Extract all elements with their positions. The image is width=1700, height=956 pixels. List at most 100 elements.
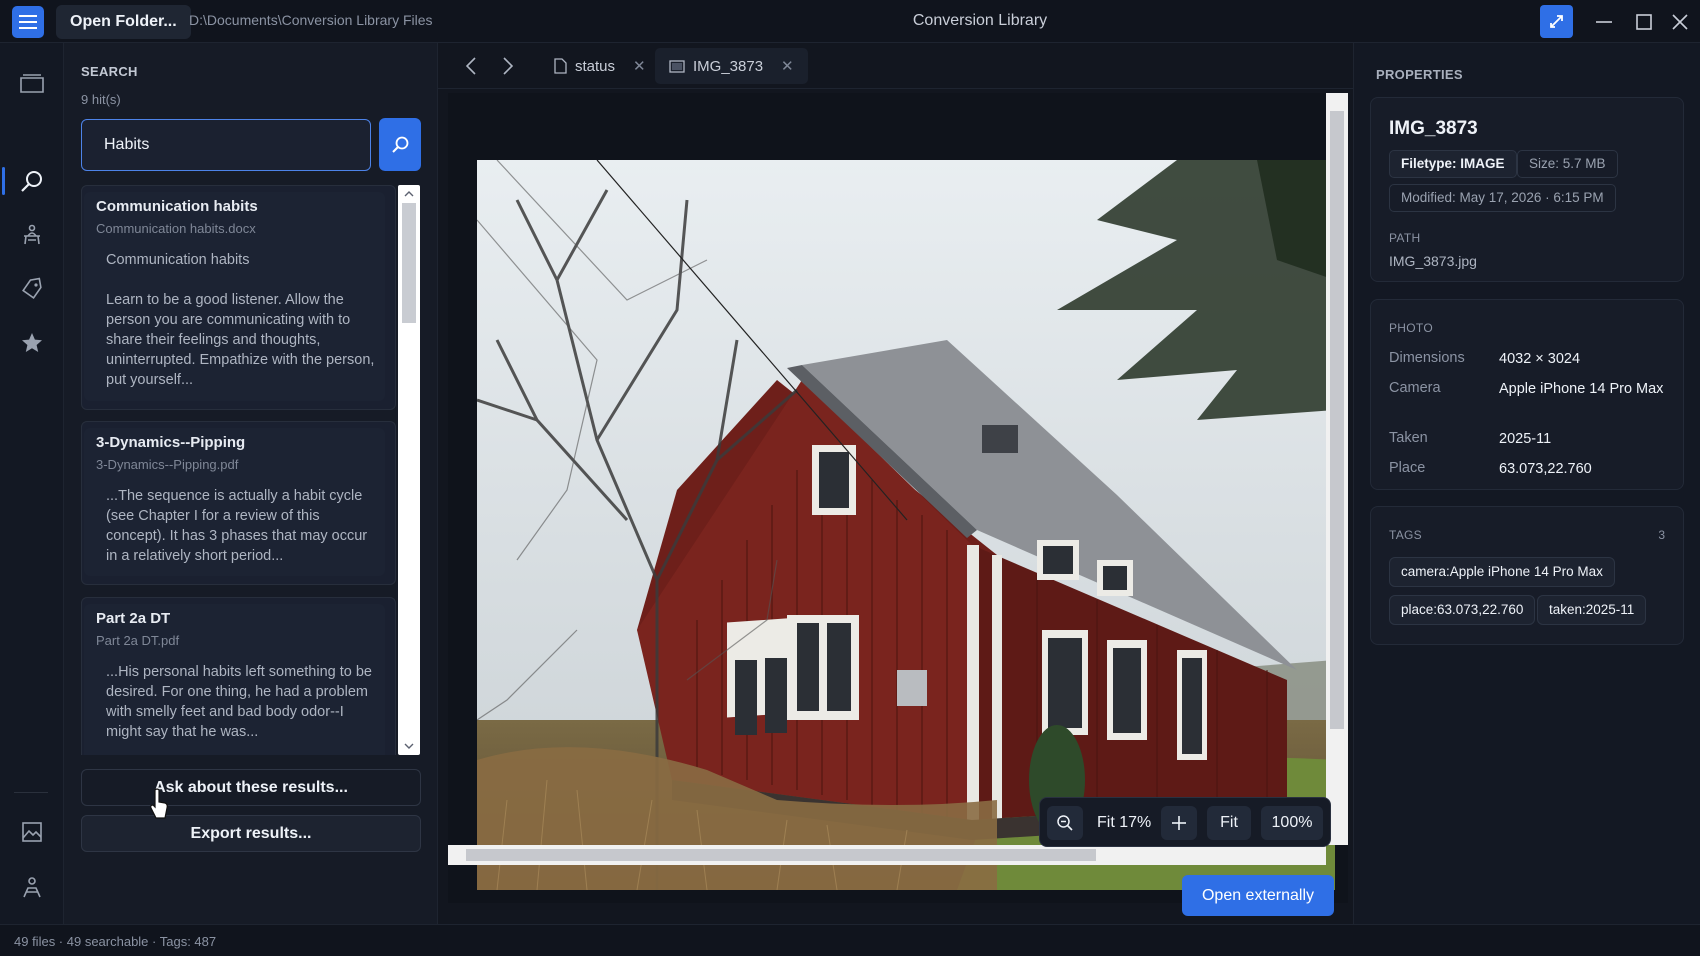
path-label: PATH [1389,231,1421,245]
close-icon [1672,14,1688,30]
rail-search-button[interactable] [14,163,50,199]
photo-info-card: PHOTO Dimensions 4032 × 3024 Camera Appl… [1370,299,1684,490]
result-snippet: ...The sequence is actually a habit cycl… [106,488,368,564]
tab-status[interactable]: status ✕ [540,48,660,84]
properties-panel: PROPERTIES IMG_3873 Filetype: IMAGE Size… [1353,43,1700,924]
folder-icon [20,74,44,93]
file-info-card: IMG_3873 Filetype: IMAGE Size: 5.7 MB Mo… [1370,97,1684,282]
maximize-button[interactable] [1630,8,1658,36]
rail-tags-button[interactable] [14,271,50,307]
status-bar: 49 files · 49 searchable · Tags: 487 [0,924,1700,956]
photo-label: PHOTO [1389,321,1433,335]
results-scrollbar[interactable] [398,185,420,755]
image-gallery-icon [22,822,42,842]
open-externally-button[interactable]: Open externally [1182,875,1334,916]
vertical-scroll-thumb[interactable] [1330,111,1344,729]
properties-heading: PROPERTIES [1376,67,1463,82]
plus-icon [1172,816,1186,830]
search-result-item[interactable]: Part 2a DT Part 2a DT.pdf ...His persona… [81,597,396,755]
status-summary: 49 files · 49 searchable · Tags: 487 [14,934,217,949]
search-input[interactable] [81,119,371,171]
photo-preview [477,160,1335,890]
rail-account-button[interactable] [14,869,50,905]
zoom-out-button[interactable] [1047,806,1083,840]
rail-divider [14,792,48,793]
image-icon [669,59,685,73]
file-icon [554,58,567,74]
rail-assistant-button[interactable] [14,217,50,253]
chevron-left-icon [466,57,476,75]
image-canvas[interactable] [448,93,1348,903]
person-icon [23,877,41,898]
zoom-toolbar: Fit 17% Fit 100% [1039,797,1331,847]
rail-favorites-button[interactable] [14,325,50,361]
minimize-icon [1596,21,1612,23]
tag-chip-camera[interactable]: camera:Apple iPhone 14 Pro Max [1389,557,1615,587]
actual-size-button[interactable]: 100% [1261,806,1323,840]
place-key: Place [1389,460,1426,476]
dimensions-key: Dimensions [1389,350,1465,366]
tab-label: IMG_3873 [693,57,764,75]
result-snippet: Communication habits Learn to be a good … [106,252,375,388]
dimensions-value: 4032 × 3024 [1499,351,1581,367]
tags-card: TAGS 3 camera:Apple iPhone 14 Pro Max pl… [1370,506,1684,645]
results-scroll-thumb[interactable] [402,203,416,323]
forward-button[interactable] [495,53,521,79]
tab-bar: status ✕ IMG_3873 ✕ [438,43,1353,89]
taken-value: 2025-11 [1499,431,1552,447]
scroll-down-button[interactable] [398,738,420,754]
tag-chip-place[interactable]: place:63.073,22.760 [1389,595,1536,625]
window-title: Conversion Library [912,12,1048,29]
rail-gallery-button[interactable] [14,814,50,850]
camera-key: Camera [1389,380,1441,396]
chevron-up-icon [404,191,414,197]
tab-img-3873[interactable]: IMG_3873 ✕ [655,48,808,84]
result-filename: Communication habits.docx [96,221,256,236]
tab-close-button[interactable]: ✕ [633,57,646,75]
app-window: Open Folder... D:\Documents\Conversion L… [0,0,1700,956]
tab-label: status [575,57,616,75]
result-snippet: ...His personal habits left something to… [106,664,372,740]
filetype-chip: Filetype: IMAGE [1389,150,1517,178]
back-button[interactable] [458,53,484,79]
title-bar: Open Folder... D:\Documents\Conversion L… [0,0,1700,43]
taken-key: Taken [1389,430,1428,446]
mouse-cursor-icon [150,788,168,819]
search-result-item[interactable]: 3-Dynamics--Pipping 3-Dynamics--Pipping.… [81,421,396,585]
star-icon [22,333,42,352]
scroll-up-button[interactable] [398,186,420,202]
horizontal-scroll-thumb[interactable] [466,849,1096,861]
hit-count: 9 hit(s) [81,92,121,107]
chevron-right-icon [503,57,513,75]
document-viewer: status ✕ IMG_3873 ✕ Fit 17% Fit 100% Ope… [438,43,1353,924]
zoom-in-button[interactable] [1161,806,1197,840]
export-results-button[interactable]: Export results... [81,815,421,852]
search-panel: SEARCH 9 hit(s) Communication habits Com… [64,43,438,955]
tab-close-button[interactable]: ✕ [781,57,794,75]
chevron-down-icon [404,743,414,749]
ask-about-results-button[interactable]: Ask about these results... [81,769,421,806]
image-horizontal-scrollbar[interactable] [448,845,1326,865]
minimize-button[interactable] [1590,8,1618,36]
remote-connect-button[interactable] [1540,5,1573,38]
search-icon [21,171,42,192]
image-vertical-scrollbar[interactable] [1326,93,1348,845]
size-chip: Size: 5.7 MB [1517,150,1618,178]
close-window-button[interactable] [1666,8,1694,36]
search-result-item[interactable]: Communication habits Communication habit… [81,185,396,410]
tag-icon [22,277,42,299]
tags-label: TAGS [1389,528,1422,542]
result-title: Part 2a DT [96,610,171,627]
tags-count: 3 [1658,528,1665,542]
zoom-out-icon [1057,815,1073,831]
fit-button[interactable]: Fit [1207,806,1251,840]
file-title: IMG_3873 [1389,118,1478,139]
path-value: IMG_3873.jpg [1389,253,1477,269]
tag-chip-taken[interactable]: taken:2025-11 [1537,595,1647,625]
search-submit-button[interactable] [379,118,421,171]
modified-chip: Modified: May 17, 2026 · 6:15 PM [1389,184,1616,212]
rail-files-button[interactable] [14,65,50,101]
robot-icon [24,224,40,245]
search-heading: SEARCH [81,64,138,79]
result-title: 3-Dynamics--Pipping [96,434,246,451]
